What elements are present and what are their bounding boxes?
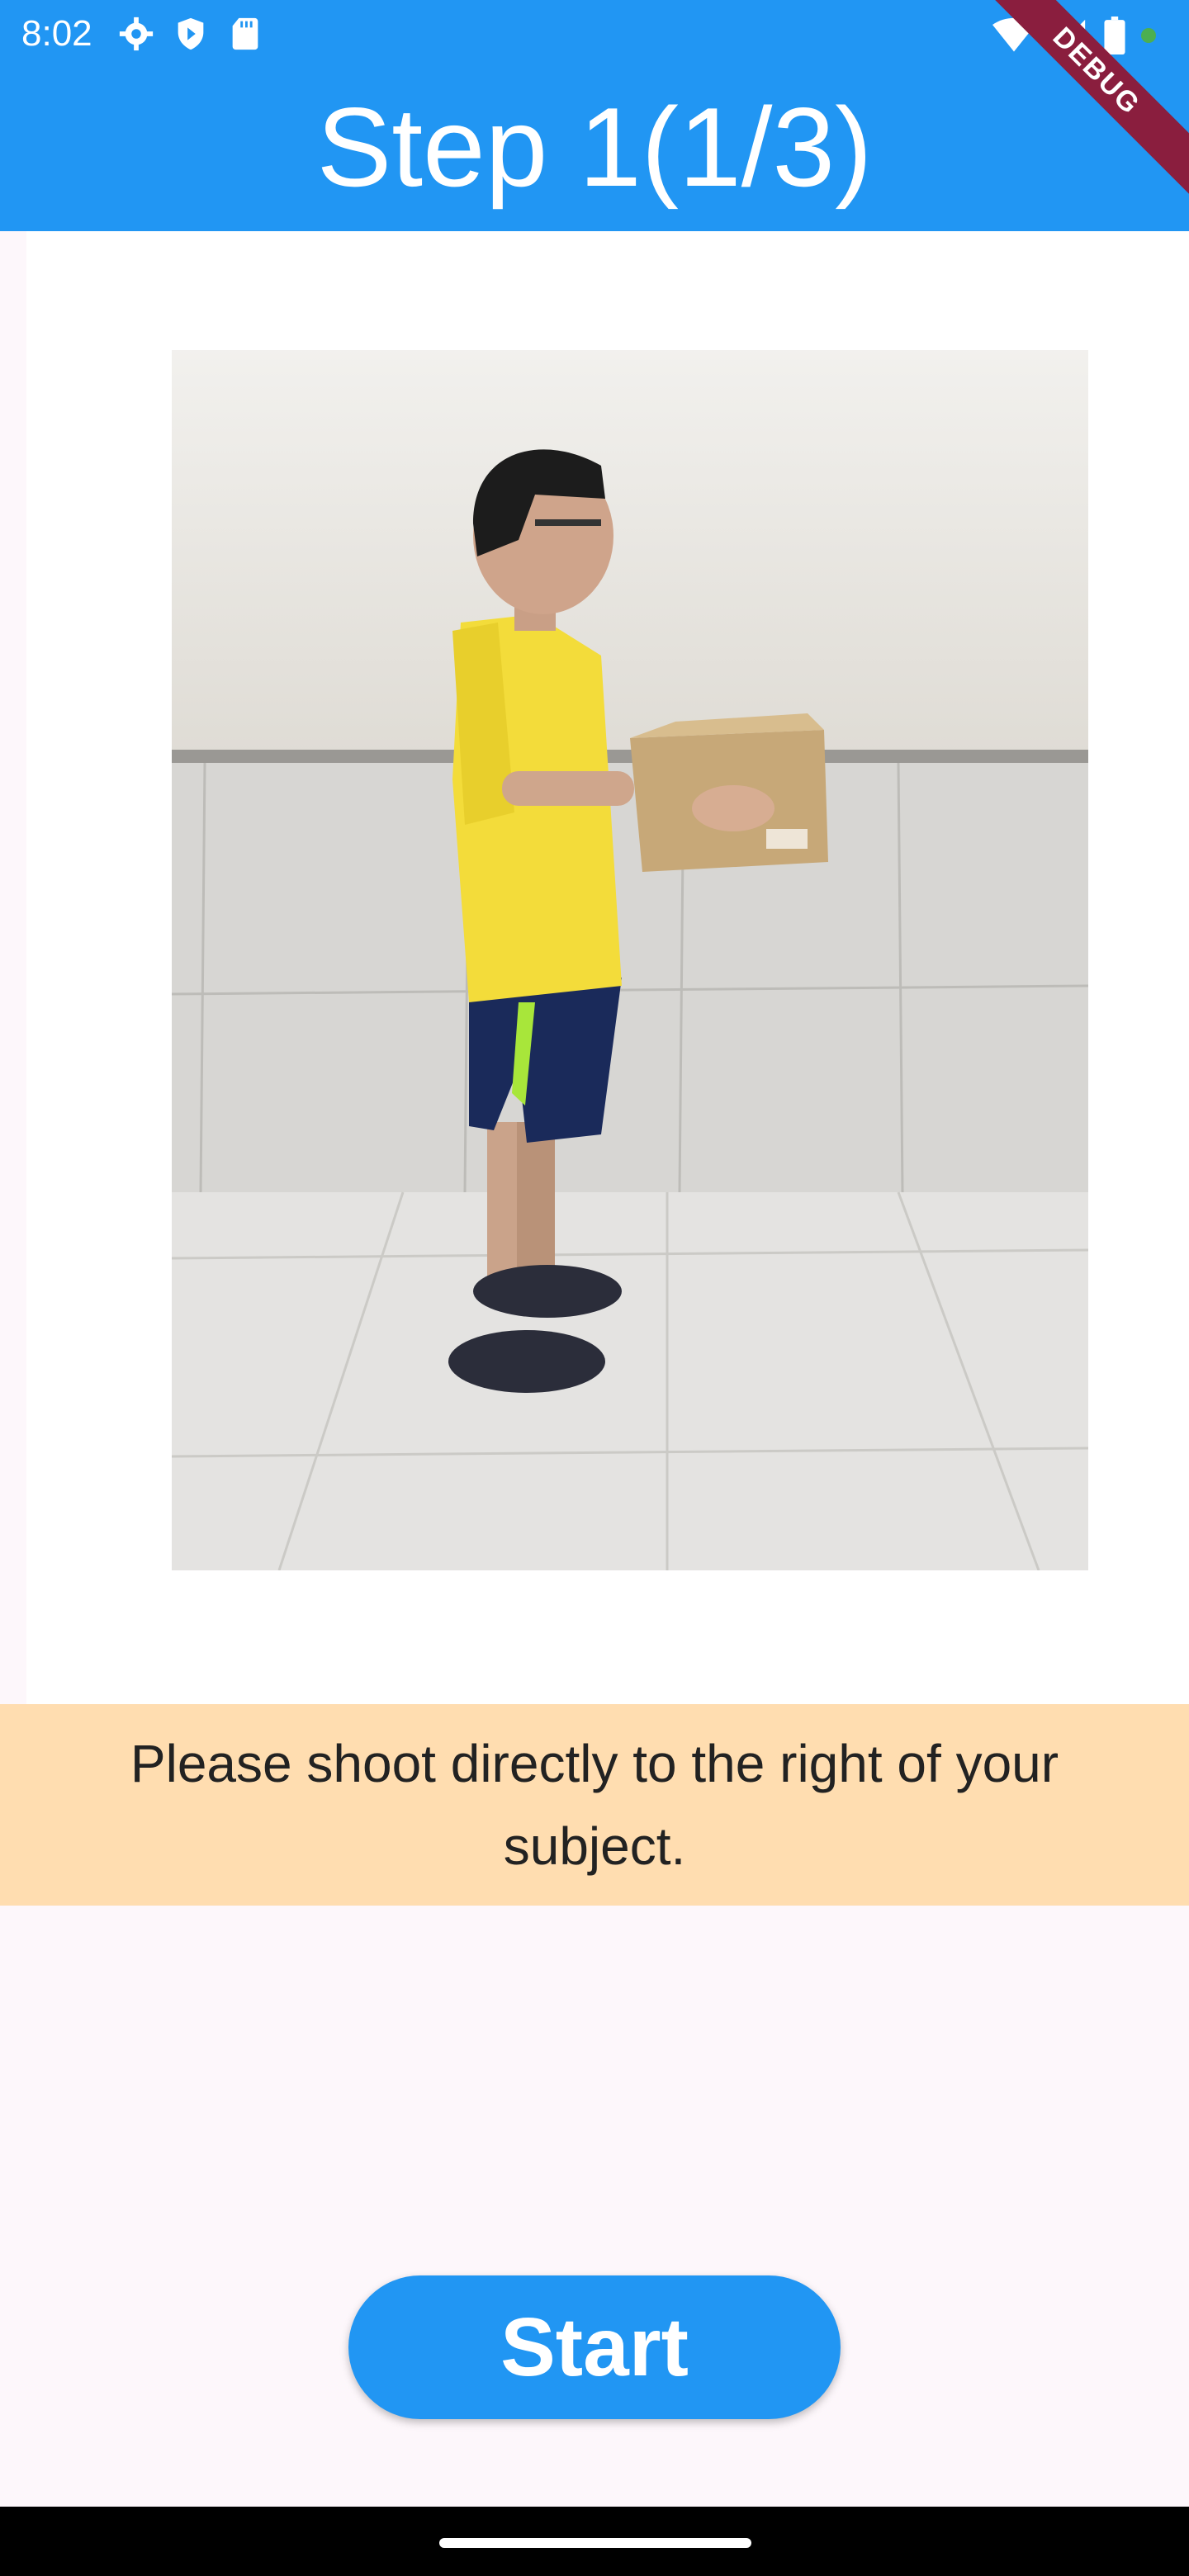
shield-icon [178,17,204,50]
status-time: 8:02 [21,13,92,54]
battery-icon [1104,17,1125,54]
page-title: Step 1(1/3) [316,84,873,210]
content-area [0,231,1189,1704]
home-gesture-handle[interactable] [439,2538,751,2548]
sd-card-icon [232,17,258,50]
example-photo [172,350,1088,1570]
instruction-text: Please shoot directly to the right of yo… [130,1734,1059,1876]
instruction-banner: Please shoot directly to the right of yo… [0,1704,1189,1906]
settings-icon [119,17,154,51]
notification-dot-icon [1141,28,1156,43]
app-bar: 8:02 Step 1(1/3) DEBUG [0,0,1189,231]
navigation-bar [0,2507,1189,2576]
person-holding-box-photo [172,350,1088,1570]
start-button[interactable]: Start [348,2275,841,2419]
photo-card [26,231,1189,1704]
